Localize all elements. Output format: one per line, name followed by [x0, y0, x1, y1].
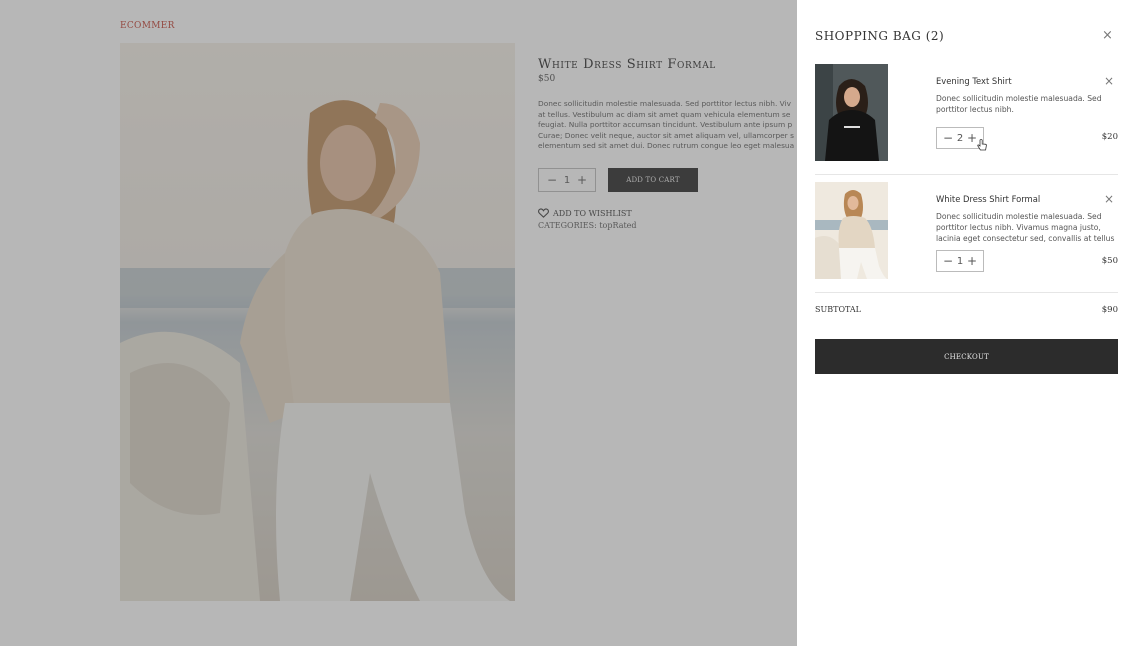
- cart-item-price: $20: [1101, 132, 1118, 142]
- shopping-bag-title: SHOPPING BAG (2): [815, 29, 945, 43]
- close-icon[interactable]: ×: [1104, 75, 1114, 87]
- cart-item-name: White Dress Shirt Formal: [936, 194, 1041, 204]
- cart-item-image: [815, 64, 888, 161]
- checkout-button[interactable]: CHECKOUT: [815, 339, 1118, 374]
- minus-icon[interactable]: −: [943, 131, 953, 145]
- divider: [815, 174, 1118, 175]
- cart-item: White Dress Shirt Formal × Donec sollici…: [815, 182, 1118, 282]
- subtotal-label: SUBTOTAL: [815, 305, 861, 314]
- close-icon[interactable]: ×: [1102, 29, 1113, 42]
- shopping-bag-drawer: SHOPPING BAG (2) × Evening Text Shirt × …: [797, 0, 1138, 646]
- divider: [815, 292, 1118, 293]
- quantity-stepper: − 1 +: [936, 250, 984, 272]
- cart-item-description: Donec sollicitudin molestie malesuada. S…: [936, 212, 1115, 243]
- page-overlay[interactable]: [0, 0, 797, 646]
- plus-icon[interactable]: +: [967, 131, 977, 145]
- cart-item: Evening Text Shirt × Donec sollicitudin …: [815, 64, 1118, 164]
- cart-item-price: $50: [1101, 256, 1118, 266]
- minus-icon[interactable]: −: [943, 254, 953, 268]
- quantity-value: 1: [956, 255, 964, 267]
- close-icon[interactable]: ×: [1104, 193, 1114, 205]
- quantity-value: 2: [956, 132, 964, 144]
- hand-pointer-icon: [977, 139, 987, 151]
- plus-icon[interactable]: +: [967, 254, 977, 268]
- cart-item-image: [815, 182, 888, 279]
- subtotal-value: $90: [1101, 305, 1118, 315]
- cart-item-description: Donec sollicitudin molestie malesuada. S…: [936, 94, 1102, 114]
- cart-item-name: Evening Text Shirt: [936, 76, 1012, 86]
- quantity-stepper: − 2 +: [936, 127, 987, 151]
